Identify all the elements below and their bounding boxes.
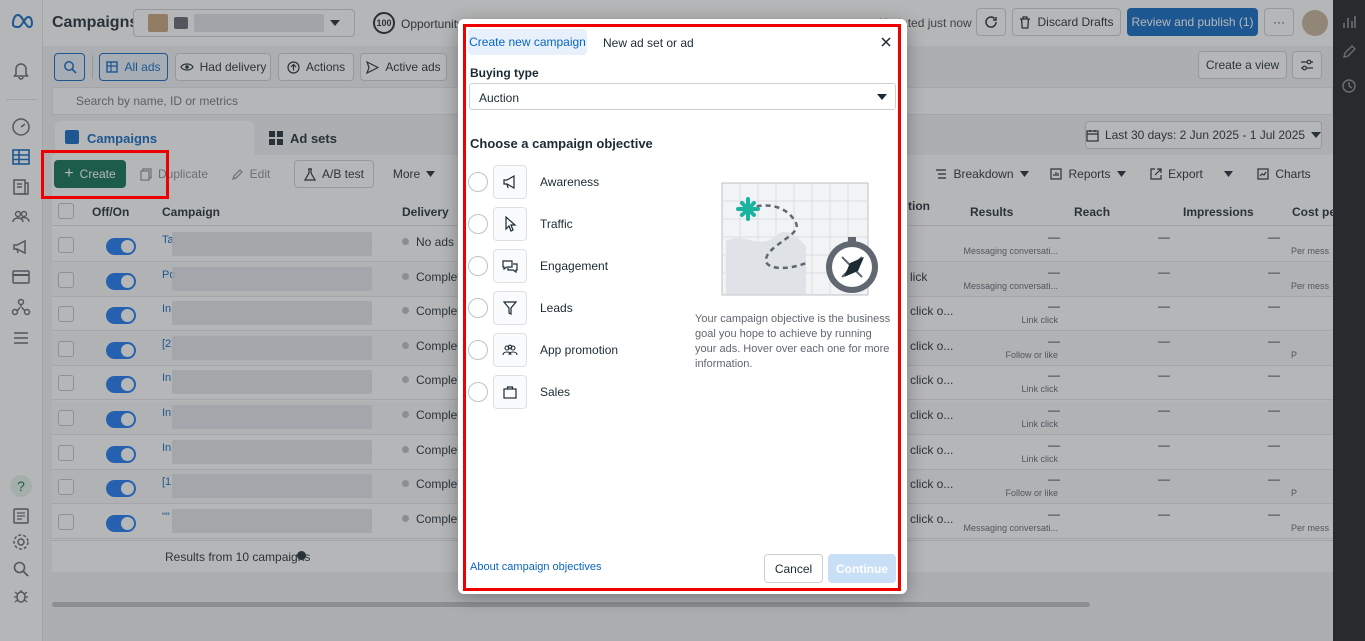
about-objectives-link[interactable]: About campaign objectives xyxy=(470,561,601,573)
objective-label: App promotion xyxy=(540,343,619,357)
objective-awareness[interactable]: Awareness xyxy=(468,165,668,199)
buying-type-label: Buying type xyxy=(470,66,539,80)
radio-sales[interactable] xyxy=(468,382,488,402)
radio-traffic[interactable] xyxy=(468,214,488,234)
radio-awareness[interactable] xyxy=(468,172,488,192)
objective-app-promotion[interactable]: App promotion xyxy=(468,333,668,367)
buying-type-value: Auction xyxy=(479,91,520,105)
objective-heading: Choose a campaign objective xyxy=(470,136,653,151)
map-compass-illustration xyxy=(716,181,882,303)
megaphone-icon xyxy=(493,165,527,199)
funnel-icon xyxy=(493,291,527,325)
people-icon xyxy=(493,333,527,367)
cancel-button[interactable]: Cancel xyxy=(764,554,823,583)
chat-bubbles-icon xyxy=(493,249,527,283)
cursor-icon xyxy=(493,207,527,241)
chevron-down-icon xyxy=(877,94,887,100)
objective-leads[interactable]: Leads xyxy=(468,291,668,325)
objective-label: Awareness xyxy=(540,175,600,189)
continue-button[interactable]: Continue xyxy=(828,554,896,583)
radio-leads[interactable] xyxy=(468,298,488,318)
objective-label: Engagement xyxy=(540,259,609,273)
objective-label: Leads xyxy=(540,301,573,315)
tab-new-ad-set-or-ad[interactable]: New ad set or ad xyxy=(603,36,694,50)
radio-app-promotion[interactable] xyxy=(468,340,488,360)
objective-sales[interactable]: Sales xyxy=(468,375,668,409)
buying-type-select[interactable] xyxy=(469,83,896,110)
objective-description: Your campaign objective is the business … xyxy=(695,313,891,370)
objective-engagement[interactable]: Engagement xyxy=(468,249,668,283)
objective-label: Traffic xyxy=(540,217,573,231)
objective-traffic[interactable]: Traffic xyxy=(468,207,668,241)
close-icon[interactable] xyxy=(879,35,893,49)
shopping-bag-icon xyxy=(493,375,527,409)
objective-label: Sales xyxy=(540,385,571,399)
tab-create-new-campaign[interactable]: Create new campaign xyxy=(468,29,587,55)
radio-engagement[interactable] xyxy=(468,256,488,276)
